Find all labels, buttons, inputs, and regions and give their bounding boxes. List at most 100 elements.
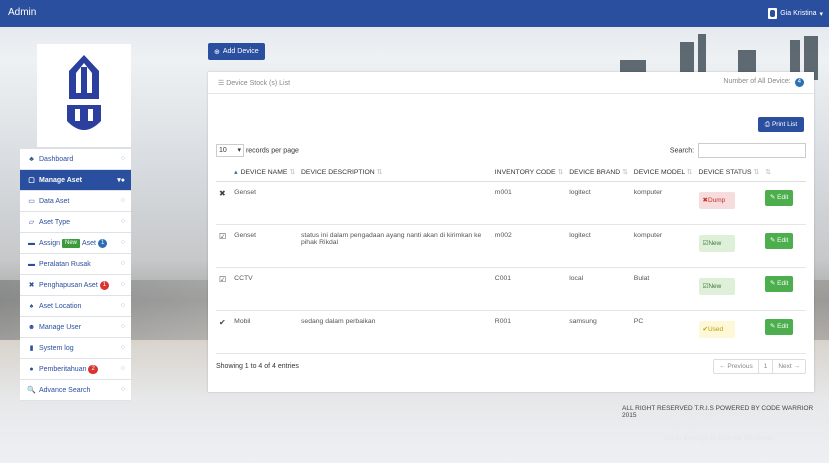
sitemap-icon: ♠ — [29, 302, 34, 310]
sidebar-item-label: Penghapusan Aset — [39, 281, 98, 289]
sort-icon: ⇅ — [753, 169, 760, 177]
next-page-button[interactable]: Next → — [773, 360, 805, 373]
sidebar-item-label: Aset Location — [39, 302, 82, 310]
sidebar-item-penghapusan-aset[interactable]: ✖ Penghapusan Aset 1 ○ — [20, 275, 131, 296]
sidebar-item-label: Aset Type — [39, 218, 71, 226]
device-model: PC — [630, 310, 696, 354]
sort-icon: ⇅ — [622, 169, 628, 177]
device-list-panel: ☰ Device Stock (s) List Number of All De… — [208, 72, 814, 392]
sidebar-item-label: Assign — [39, 239, 61, 247]
sidebar-item-label: Pemberitahuan — [39, 365, 87, 373]
column-header[interactable]: ⇅ — [762, 164, 806, 182]
sidebar-item-manage-aset[interactable]: ▢ Manage Aset ▾● — [20, 170, 131, 191]
column-header[interactable]: INVENTORY CODE ⇅ — [491, 164, 567, 182]
device-description: status ini dalam pengadaan ayang nanti a… — [298, 224, 492, 268]
page-size-select[interactable]: 10 — [216, 143, 244, 157]
chevron-icon: ○ — [120, 323, 125, 330]
sidebar-item-label-2: Aset — [81, 239, 96, 247]
edit-button[interactable]: ✎ Edit — [765, 275, 794, 292]
column-header-select — [216, 164, 232, 182]
remove-circle-icon: ✖ — [28, 282, 35, 289]
sidebar-item-dashboard[interactable]: ♣ Dashboard ○ — [20, 149, 131, 170]
device-brand: logitect — [566, 224, 631, 268]
column-header[interactable]: ▴ DEVICE NAME ⇅ — [231, 164, 299, 182]
sort-icon: ⇅ — [765, 169, 771, 177]
user-menu[interactable]: Gia Kristina ▾ — [768, 8, 823, 19]
sidebar-item-assign[interactable]: ▬ Assign New Aset 1 ○ — [20, 233, 131, 254]
chevron-icon: ○ — [120, 260, 125, 267]
folder-icon: ▱ — [28, 219, 35, 226]
laptop-icon: ▬ — [28, 239, 35, 247]
device-brand: local — [566, 267, 631, 311]
activate-windows-title: Activate Windows — [664, 418, 751, 430]
sidebar-item-peralatan-rusak[interactable]: ▬ Peralatan Rusak ○ — [20, 254, 131, 275]
list-icon: ☰ — [218, 79, 225, 87]
status-badge: ☑New — [698, 234, 735, 252]
sort-asc-icon: ▴ — [234, 169, 238, 177]
print-list-button[interactable]: ⎙ Print List — [758, 117, 804, 132]
search-input[interactable] — [698, 142, 806, 158]
sidebar-item-aset-location[interactable]: ♠ Aset Location ○ — [20, 296, 131, 317]
sidebar-badge: 1 — [99, 280, 110, 290]
sidebar-item-label: Manage Aset — [39, 176, 82, 184]
inventory-code: m001 — [491, 181, 567, 225]
column-header[interactable]: DEVICE DESCRIPTION ⇅ — [298, 164, 492, 182]
chevron-icon: ○ — [120, 239, 125, 246]
sidebar: ♣ Dashboard ○ ▢ Manage Aset ▾● ▭ Data Aset ○ ▱ Ase… — [20, 149, 131, 401]
sidebar-item-label: Dashboard — [39, 155, 74, 163]
device-name: Genset — [231, 181, 299, 225]
sort-icon: ⇅ — [557, 169, 564, 177]
table-row: ☑ Genset status ini dalam pengadaan ayang … — [216, 224, 806, 268]
laptop-icon: ▬ — [28, 260, 35, 268]
chevron-icon: ○ — [120, 197, 125, 204]
brand-title[interactable]: Admin — [8, 7, 36, 18]
device-model: komputer — [630, 181, 696, 225]
edit-button[interactable]: ✎ Edit — [765, 189, 794, 206]
device-count: Number of All Device: 4 — [723, 78, 804, 87]
sidebar-item-advance-search[interactable]: 🔍 Advance Search ○ — [20, 380, 131, 401]
sidebar-item-pemberitahuan[interactable]: ● Pemberitahuan 2 ○ — [20, 359, 131, 380]
user-avatar-icon — [768, 8, 778, 19]
sidebar-badge: New — [62, 238, 81, 248]
page-button[interactable]: 1 — [759, 360, 774, 373]
status-badge: ✔Used — [698, 320, 735, 338]
device-description — [298, 267, 492, 311]
sidebar-item-manage-user[interactable]: ☻ Manage User ○ — [20, 317, 131, 338]
device-name: Mobil — [231, 310, 299, 354]
column-header[interactable]: DEVICE BRAND ⇅ — [566, 164, 631, 182]
table-row: ✖ Genset m001 logitect komputer ✖Dump ✎ Edit — [216, 181, 806, 225]
inventory-code: R001 — [491, 310, 567, 354]
chevron-icon: ○ — [120, 386, 125, 393]
column-header[interactable]: DEVICE MODEL ⇅ — [630, 164, 696, 182]
showing-entries: Showing 1 to 4 of 4 entries — [216, 363, 299, 370]
sidebar-item-system-log[interactable]: ▮ System log ○ — [20, 338, 131, 359]
device-description — [298, 181, 492, 225]
status-badge: ☑New — [698, 277, 735, 295]
device-brand: samsung — [566, 310, 631, 354]
device-count-badge: 4 — [794, 78, 804, 87]
users-icon: ☻ — [27, 323, 36, 331]
top-navbar: Admin Gia Kristina ▾ — [0, 0, 829, 27]
previous-page-button[interactable]: ← Previous — [714, 360, 759, 373]
monitor-icon: ▭ — [28, 198, 35, 205]
chevron-icon: ○ — [120, 218, 125, 225]
sort-icon: ⇅ — [376, 169, 383, 177]
sidebar-item-aset-type[interactable]: ▱ Aset Type ○ — [20, 212, 131, 233]
chevron-icon: ○ — [120, 155, 125, 162]
edit-button[interactable]: ✎ Edit — [765, 318, 794, 335]
sidebar-item-data-aset[interactable]: ▭ Data Aset ○ — [20, 191, 131, 212]
device-model: Bulat — [630, 267, 696, 311]
edit-button[interactable]: ✎ Edit — [765, 232, 794, 249]
records-per-page-label: records per page — [245, 146, 299, 154]
print-icon: ⎙ — [764, 120, 770, 128]
plus-circle-icon: ⊕ — [214, 48, 220, 56]
column-header[interactable]: DEVICE STATUS ⇅ — [695, 164, 763, 182]
add-device-button[interactable]: ⊕ Add Device — [208, 43, 265, 60]
check-icon: ✔ — [219, 317, 226, 327]
search-control: Search: — [670, 142, 806, 158]
sidebar-badge: 2 — [88, 364, 98, 374]
user-name: Gia Kristina — [780, 10, 817, 17]
device-description: sedang dalam perbaikan — [298, 310, 492, 354]
remove-icon: ✖ — [219, 188, 226, 198]
pencil-icon: ✎ — [769, 193, 776, 201]
